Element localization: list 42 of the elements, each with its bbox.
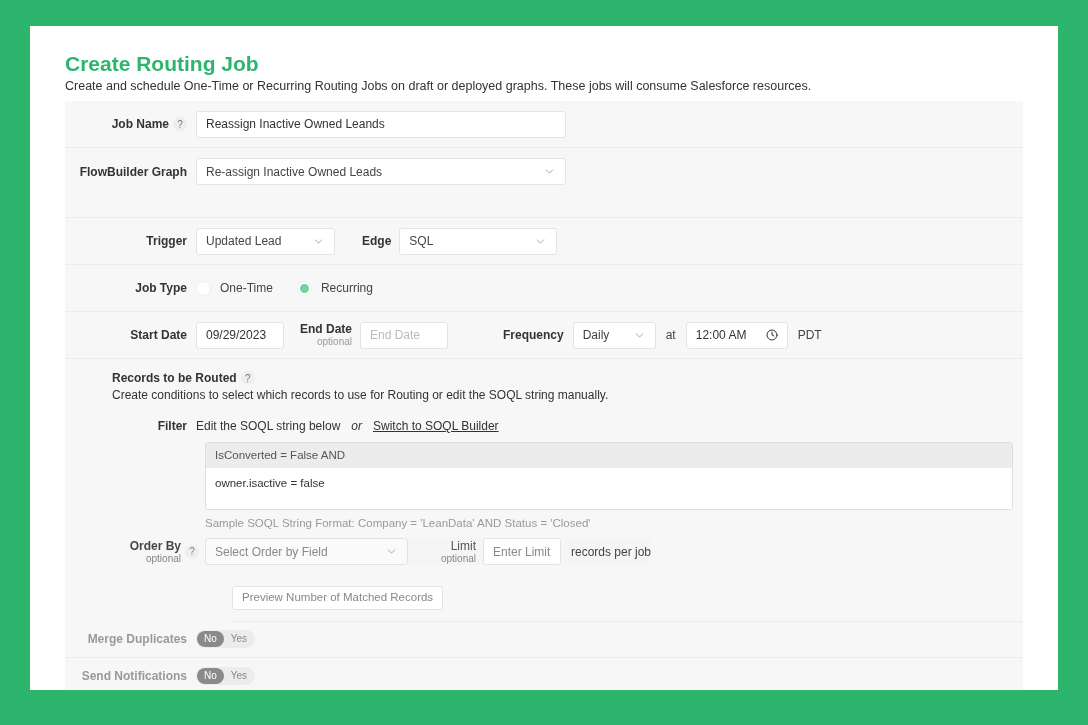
job-name-field[interactable]: Reassign Inactive Owned Leands — [196, 110, 566, 138]
or-text: or — [351, 418, 362, 435]
radio-option[interactable]: One-Time — [196, 279, 273, 297]
section-title: Records to be Routed — [112, 370, 237, 387]
field-label: Trigger — [146, 234, 187, 248]
end-date-field[interactable]: End Date — [360, 321, 448, 349]
field-label: Start Date — [130, 328, 187, 342]
section-description: Create conditions to select which records to use for Routing or edit the SOQL string manually. — [112, 387, 610, 403]
start-date-field[interactable]: 09/29/2023 — [196, 321, 284, 349]
soql-textarea[interactable]: owner.isactive = false — [206, 468, 1012, 509]
timezone-label: PDT — [797, 327, 822, 344]
dropdown[interactable]: Re-assign Inactive Owned Leads — [196, 158, 566, 185]
field-label: Filter — [157, 419, 187, 433]
field-label: Send Notifications — [80, 667, 188, 685]
time-field[interactable]: 12:00 AM — [685, 321, 788, 349]
field-label: Edge — [362, 233, 392, 250]
soql-prefix: IsConverted = False AND — [206, 443, 1012, 468]
field-label: FlowBuilder Graph — [79, 165, 187, 179]
field-label: Limit — [450, 538, 476, 553]
switch-builder-link[interactable]: Switch to SOQL Builder — [372, 417, 499, 435]
optional-note: optional — [145, 552, 181, 565]
optional-note: optional — [440, 552, 476, 565]
page-description: Create and schedule One-Time or Recurring Routing Jobs on draft or deployed graphs. These jobs will consume Salesforce resources. — [65, 78, 813, 95]
radio-option[interactable]: Recurring — [296, 279, 373, 297]
sample-format-text: Sample SOQL String Format: Company = 'LeanData' AND Status = 'Closed' — [205, 516, 592, 531]
field-label: Order By — [129, 538, 181, 553]
field-label: Merge Duplicates — [86, 631, 188, 649]
page-title: Create Routing Job — [65, 51, 260, 77]
clock-icon — [765, 329, 778, 341]
filter-hint: Edit the SOQL string below — [196, 418, 341, 435]
dropdown[interactable]: Daily — [572, 321, 656, 349]
dropdown[interactable]: Updated Lead — [196, 227, 335, 255]
field-label: Job Name — [111, 116, 169, 133]
help-icon[interactable]: ? — [173, 117, 187, 131]
field-label: Job Type — [135, 281, 187, 295]
at-label: at — [665, 327, 676, 344]
field-label: End Date — [300, 322, 352, 336]
optional-note: optional — [316, 336, 352, 348]
help-icon[interactable]: ? — [240, 371, 255, 385]
records-per-job-label: records per job — [571, 543, 652, 561]
dropdown[interactable]: SQL — [399, 227, 558, 255]
field-label: Frequency — [503, 327, 564, 344]
